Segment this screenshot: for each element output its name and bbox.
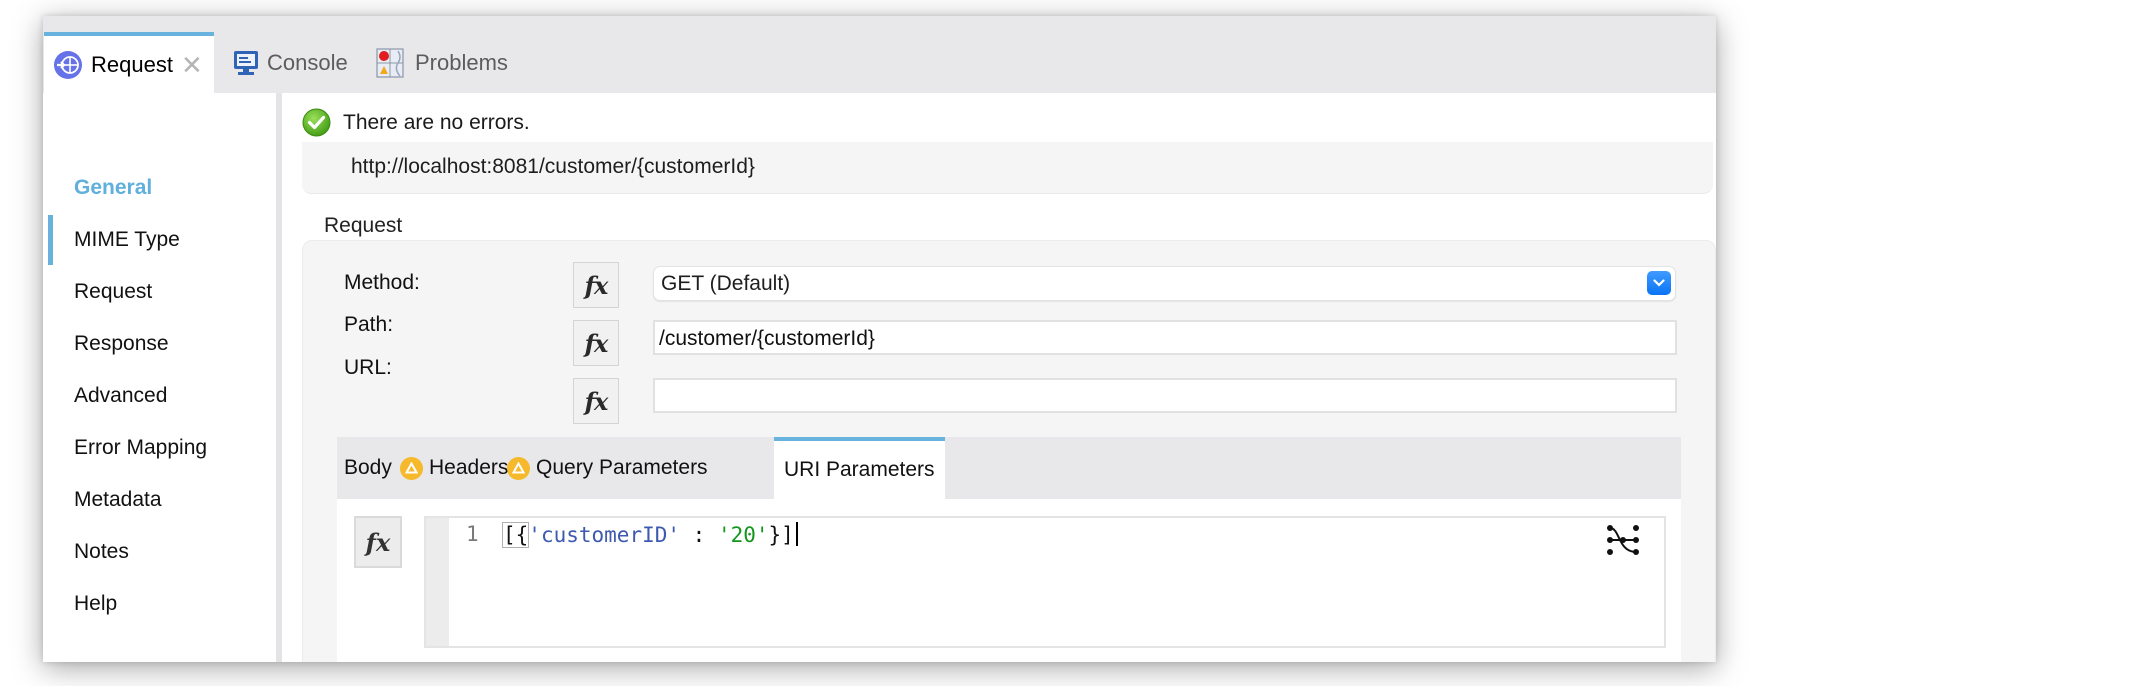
editor-fx-toggle[interactable]: fx — [354, 516, 402, 568]
close-icon[interactable]: ✕ — [181, 52, 203, 78]
sidebar-item-response[interactable]: Response — [74, 332, 169, 356]
warning-icon — [400, 456, 423, 480]
uri-parameters-panel: fx 1 [{'customerID' : '20'}] — [337, 499, 1681, 662]
warning-icon — [507, 456, 530, 480]
request-globe-icon — [53, 50, 83, 80]
method-select[interactable]: GET (Default) — [653, 266, 1676, 301]
path-fx-button[interactable]: fx — [573, 320, 619, 366]
fx-icon: fx — [584, 270, 609, 300]
status-message: There are no errors. — [343, 110, 530, 134]
fx-icon: fx — [584, 328, 609, 358]
code-token-sep: : — [680, 523, 718, 547]
url-preview-text: http://localhost:8081/customer/{customer… — [351, 155, 755, 178]
sidebar-item-notes[interactable]: Notes — [74, 540, 129, 564]
uri-parameters-code-editor[interactable]: 1 [{'customerID' : '20'}] — [424, 516, 1666, 648]
code-token-open: [{ — [501, 522, 530, 548]
fx-icon: fx — [365, 527, 391, 557]
sidebar-item-metadata[interactable]: Metadata — [74, 488, 162, 512]
sidebar-splitter[interactable] — [276, 93, 282, 662]
subtab-headers[interactable]: Headers — [400, 437, 508, 499]
method-select-value: GET (Default) — [661, 272, 791, 295]
sidebar-item-help[interactable]: Help — [74, 592, 117, 616]
method-label: Method: — [344, 271, 420, 294]
text-caret — [795, 522, 798, 546]
subtab-query-parameters[interactable]: Query Parameters — [507, 437, 708, 499]
tab-request-label: Request — [91, 51, 173, 77]
editor-gutter — [426, 518, 449, 646]
subtab-body-label: Body — [344, 456, 392, 479]
code-line[interactable]: [{'customerID' : '20'}] — [501, 522, 798, 548]
sidebar-item-advanced[interactable]: Advanced — [74, 384, 167, 408]
view-tab-bar: Request ✕ Console Problems — [43, 16, 1716, 93]
sidebar: General MIME Type Request Response Advan… — [43, 93, 276, 662]
path-input-value: /customer/{customerId} — [659, 327, 875, 350]
url-preview-box: http://localhost:8081/customer/{customer… — [302, 142, 1713, 194]
code-token-close: }] — [768, 523, 794, 547]
sidebar-active-indicator — [48, 215, 53, 265]
method-fx-button[interactable]: fx — [573, 262, 619, 308]
tab-console[interactable]: Console — [233, 32, 348, 93]
subtab-uri-parameters[interactable]: URI Parameters — [774, 437, 945, 499]
chevron-down-icon[interactable] — [1647, 271, 1671, 295]
check-circle-icon — [302, 108, 331, 137]
tab-request[interactable]: Request ✕ — [44, 32, 214, 93]
validation-status: There are no errors. — [302, 108, 530, 137]
subtab-body[interactable]: Body — [344, 437, 392, 499]
subtab-query-parameters-label: Query Parameters — [536, 456, 708, 479]
url-fx-button[interactable]: fx — [573, 378, 619, 424]
line-number: 1 — [466, 522, 479, 546]
tab-console-label: Console — [267, 49, 348, 75]
sidebar-item-error-mapping[interactable]: Error Mapping — [74, 436, 207, 460]
path-label: Path: — [344, 313, 394, 336]
fx-icon: fx — [584, 386, 609, 416]
sidebar-item-request[interactable]: Request — [74, 280, 152, 304]
subtab-headers-label: Headers — [429, 456, 509, 479]
subtab-uri-parameters-label: URI Parameters — [784, 458, 935, 481]
tab-problems[interactable]: Problems — [376, 32, 508, 93]
problems-icon — [376, 47, 406, 78]
request-section-panel: Method: fx GET (Default) Path: fx /custo… — [302, 240, 1716, 662]
url-label: URL: — [344, 356, 392, 379]
data-mapping-icon[interactable] — [1606, 524, 1640, 561]
url-input[interactable] — [653, 378, 1677, 413]
tab-problems-label: Problems — [415, 49, 508, 75]
code-token-key: 'customerID' — [528, 523, 681, 547]
request-section-title: Request — [324, 214, 403, 237]
sidebar-item-general[interactable]: General — [74, 176, 152, 200]
request-editor-window: Request ✕ Console Problems General MIME … — [43, 16, 1716, 662]
path-input[interactable]: /customer/{customerId} — [653, 320, 1677, 355]
request-subtabs: Body Headers Query Parameters URI Parame… — [337, 437, 1681, 499]
console-monitor-icon — [233, 50, 259, 76]
sidebar-item-mime-type[interactable]: MIME Type — [74, 228, 180, 252]
code-token-value: '20' — [717, 523, 769, 547]
